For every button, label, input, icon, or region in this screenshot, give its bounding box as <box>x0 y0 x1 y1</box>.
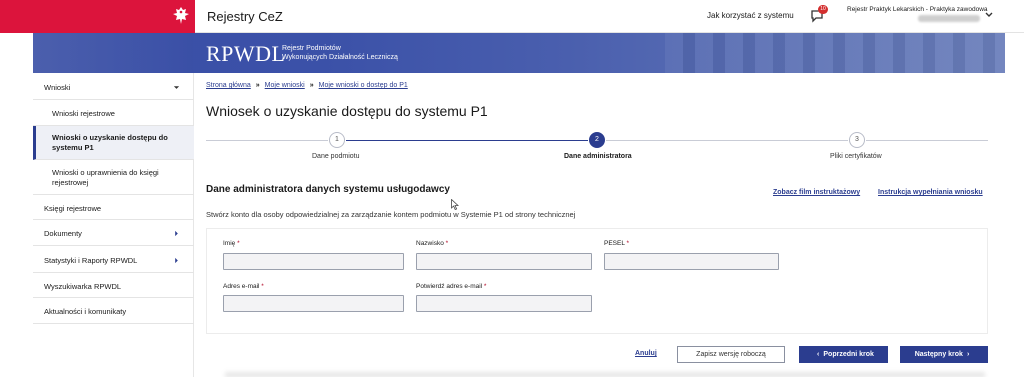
breadcrumb: Strona główna » Moje wnioski » Moje wnioski … <box>206 82 408 89</box>
polish-eagle-icon <box>173 7 189 24</box>
step-3-label: Pliki certyfikatów <box>830 153 882 160</box>
step-1-label: Dane podmiotu <box>312 153 360 160</box>
pesel-input[interactable] <box>604 253 779 270</box>
sidebar-item-label: Wnioski rejestrowe <box>52 109 115 118</box>
how-to-use-link[interactable]: Jak korzystać z systemu <box>707 11 794 20</box>
previous-step-button[interactable]: ‹ Poprzedni krok <box>799 346 888 363</box>
step-1-circle[interactable]: 1 <box>329 132 345 148</box>
section-title: Dane administratora danych systemu usług… <box>206 184 450 195</box>
email-confirm-label-text: Potwierdź adres e-mail <box>416 283 483 290</box>
banner-subtitle-line2: Wykonujących Działalność Leczniczą <box>282 54 398 61</box>
sidebar-item-statystyki[interactable]: Statystyki i Raporty RPWDL <box>33 246 194 273</box>
stepper-line <box>866 140 988 141</box>
step-2-circle[interactable]: 2 <box>589 132 605 148</box>
sidebar-item-label-line2: rejestrowej <box>52 178 89 187</box>
government-brand-stripe <box>0 0 195 33</box>
chevron-down-icon[interactable] <box>984 10 994 20</box>
pesel-label-text: PESEL <box>604 240 625 247</box>
banner-subtitle-line1: Rejestr Podmiotów <box>282 45 341 52</box>
chevron-right-icon <box>175 230 178 237</box>
breadcrumb-my-applications-link[interactable]: Moje wnioski <box>265 82 305 89</box>
pesel-label: PESEL * <box>604 240 629 247</box>
sidebar-item-label: Wnioski o uprawnienia do księgi rejestro… <box>52 168 159 188</box>
sidebar-item-label: Statystyki i Raporty RPWDL <box>44 256 138 265</box>
required-marker: * <box>483 283 487 290</box>
app-name[interactable]: Rejestry CeZ <box>207 9 283 24</box>
banner-subtitle: Rejestr Podmiotów Wykonujących Działalno… <box>282 44 398 62</box>
sidebar: Wnioski Wnioski rejestrowe Wnioski o uzy… <box>33 73 194 377</box>
required-marker: * <box>237 240 240 247</box>
sidebar-item-label: Wnioski <box>44 83 71 92</box>
next-step-label: Następny krok <box>914 351 963 358</box>
breadcrumb-separator: » <box>255 82 260 89</box>
administrator-form: Imię * Nazwisko * PESEL * Adres e-mail *… <box>206 228 988 334</box>
banner-decoration-right <box>665 33 1005 73</box>
stepper-line <box>606 140 848 141</box>
first-name-input[interactable] <box>223 253 404 270</box>
step-2-label: Dane administratora <box>564 153 632 160</box>
sidebar-item-ksiegi-rejestrowe[interactable]: Księgi rejestrowe <box>33 195 194 220</box>
filling-instructions-link[interactable]: Instrukcja wypełniania wniosku <box>878 189 983 196</box>
step-3-circle[interactable]: 3 <box>849 132 865 148</box>
next-step-button[interactable]: Następny krok › <box>900 346 988 363</box>
stepper-line-progress <box>346 140 588 141</box>
page-title: Wniosek o uzyskanie dostępu do systemu P… <box>206 103 488 119</box>
last-name-label: Nazwisko * <box>416 240 448 247</box>
email-confirm-input[interactable] <box>416 295 592 312</box>
sidebar-item-wnioski-dostep-p1[interactable]: Wnioski o uzyskanie dostępu do systemu P… <box>33 126 194 160</box>
email-input[interactable] <box>223 295 404 312</box>
banner-title: RPWDL <box>206 41 286 66</box>
chevron-left-icon: ‹ <box>817 351 820 358</box>
user-registry-name[interactable]: Rejestr Praktyk Lekarskich - Praktyka za… <box>847 6 988 13</box>
breadcrumb-separator: » <box>309 82 314 89</box>
sidebar-item-wnioski-rejestrowe[interactable]: Wnioski rejestrowe <box>33 100 194 126</box>
required-marker: * <box>445 240 449 247</box>
bottom-shadow <box>225 370 985 377</box>
top-bar: Rejestry CeZ Jak korzystać z systemu 10 … <box>0 0 1024 33</box>
banner-decoration <box>33 33 193 73</box>
sidebar-item-label: Wnioski o uzyskanie dostępu do systemu P… <box>52 133 168 153</box>
chevron-right-icon <box>175 257 178 264</box>
email-label-text: Adres e-mail <box>223 283 260 290</box>
notification-badge: 10 <box>818 5 828 14</box>
chevron-right-icon: › <box>966 351 970 358</box>
sidebar-item-label-line1: Wnioski o uprawnienia do księgi <box>52 168 159 177</box>
required-marker: * <box>261 283 264 290</box>
section-description: Stwórz konto dla osoby odpowiedzialnej z… <box>206 210 576 219</box>
required-marker: * <box>626 240 630 247</box>
last-name-label-text: Nazwisko <box>416 240 444 247</box>
chevron-down-icon <box>173 86 180 89</box>
instructional-film-link[interactable]: Zobacz film instruktażowy <box>773 189 860 196</box>
mouse-cursor-icon <box>451 199 459 210</box>
save-draft-button[interactable]: Zapisz wersję roboczą <box>677 346 785 363</box>
sidebar-item-wnioski[interactable]: Wnioski <box>33 73 194 100</box>
sidebar-item-label: Dokumenty <box>44 229 82 238</box>
sidebar-item-label: Aktualności i komunikaty <box>44 307 127 316</box>
sidebar-item-aktualnosci[interactable]: Aktualności i komunikaty <box>33 298 194 324</box>
cancel-button[interactable]: Anuluj <box>635 350 657 357</box>
email-confirm-label: Potwierdź adres e-mail * <box>416 283 486 290</box>
registry-banner: RPWDL Rejestr Podmiotów Wykonujących Dzi… <box>33 33 1005 73</box>
sidebar-item-wyszukiwarka[interactable]: Wyszukiwarka RPWDL <box>33 273 194 298</box>
sidebar-item-label: Księgi rejestrowe <box>44 204 102 213</box>
sidebar-item-dokumenty[interactable]: Dokumenty <box>33 220 194 246</box>
sidebar-item-wnioski-uprawnienia[interactable]: Wnioski o uprawnienia do księgi rejestro… <box>33 160 194 195</box>
user-name-blurred <box>918 15 980 22</box>
last-name-input[interactable] <box>416 253 592 270</box>
breadcrumb-current-link[interactable]: Moje wnioski o dostęp do P1 <box>319 82 408 89</box>
email-label: Adres e-mail * <box>223 283 264 290</box>
sidebar-item-label-line2: systemu P1 <box>52 143 94 152</box>
sidebar-item-label: Wyszukiwarka RPWDL <box>44 282 122 291</box>
first-name-label: Imię * <box>223 240 240 247</box>
first-name-label-text: Imię <box>223 240 236 247</box>
stepper-line <box>206 140 328 141</box>
breadcrumb-home-link[interactable]: Strona główna <box>206 82 251 89</box>
previous-step-label: Poprzedni krok <box>823 351 874 358</box>
sidebar-item-label-line1: Wnioski o uzyskanie dostępu do <box>52 133 168 142</box>
